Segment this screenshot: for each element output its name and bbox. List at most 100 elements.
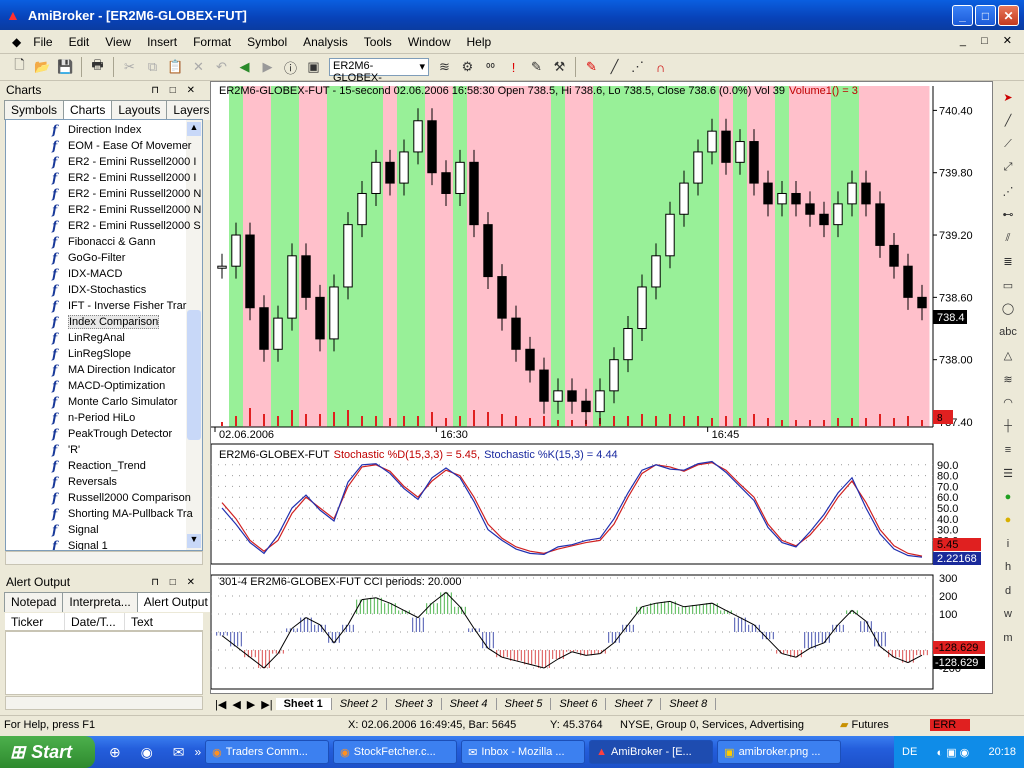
back-icon[interactable]: ◀: [234, 57, 255, 78]
new-file-icon[interactable]: 🗋: [9, 57, 30, 78]
print-icon[interactable]: 🖶: [87, 57, 108, 78]
col-text[interactable]: Text: [125, 613, 203, 630]
horizontal-line-icon[interactable]: ⊷: [999, 206, 1017, 224]
window-icon[interactable]: ▣: [303, 57, 324, 78]
copy-icon[interactable]: ⧉: [142, 57, 163, 78]
paste-icon[interactable]: 📋: [165, 57, 186, 78]
menu-help[interactable]: Help: [459, 35, 500, 49]
tray-icons[interactable]: ◐ ▣ ◉: [937, 746, 970, 759]
tree-item[interactable]: f Russell2000 Comparison: [52, 490, 191, 506]
chevron-down-icon[interactable]: ▾: [419, 60, 425, 74]
w-icon[interactable]: w: [999, 605, 1017, 623]
menu-edit[interactable]: Edit: [61, 35, 98, 49]
tree-item[interactable]: f ER2 - Emini Russell2000 N: [52, 186, 201, 202]
minimize-button[interactable]: _: [952, 5, 973, 26]
ray-tool-icon[interactable]: ⟋: [999, 135, 1017, 153]
menu-file[interactable]: File: [25, 35, 60, 49]
sheet-nav-prev-icon[interactable]: ◀: [229, 698, 243, 711]
grid-icon[interactable]: ≡: [999, 441, 1017, 459]
menu-symbol[interactable]: Symbol: [239, 35, 295, 49]
tab-layers[interactable]: Layers: [166, 100, 217, 120]
sheet-nav-last-icon[interactable]: ▶|: [258, 698, 275, 711]
col-ticker[interactable]: Ticker: [5, 613, 65, 630]
green-circle-icon[interactable]: ●: [999, 488, 1017, 506]
panel-controls[interactable]: ⊓ □ ✕: [151, 577, 199, 588]
info-icon[interactable]: i: [999, 535, 1017, 553]
delete-icon[interactable]: ✕: [188, 57, 209, 78]
sheet-tab-7[interactable]: Sheet 7: [606, 698, 662, 710]
tree-item[interactable]: f Signal: [52, 522, 99, 538]
col-datetime[interactable]: Date/T...: [65, 613, 125, 630]
gear-icon[interactable]: ⚙: [457, 57, 478, 78]
tree-item[interactable]: f n-Period HiLo: [52, 410, 135, 426]
tree-item[interactable]: f PeakTrough Detector: [52, 426, 172, 442]
ext-line-icon[interactable]: ⤢: [999, 159, 1017, 177]
menu-window[interactable]: Window: [400, 35, 459, 49]
tree-hscrollbar[interactable]: [5, 551, 203, 565]
menu-tools[interactable]: Tools: [356, 35, 400, 49]
tree-item[interactable]: f LinRegSlope: [52, 346, 131, 362]
tree-item[interactable]: f Fibonacci & Gann: [52, 234, 155, 250]
scroll-up-icon[interactable]: ▲: [187, 122, 201, 136]
sheet-tab-4[interactable]: Sheet 4: [442, 698, 497, 710]
tab-interpretation[interactable]: Interpreta...: [62, 592, 138, 612]
chart-canvas[interactable]: 740.40739.80739.20738.60738.00737.40 02.…: [211, 82, 992, 693]
tree-item[interactable]: f Signal 1: [52, 538, 108, 550]
alert-hscrollbar[interactable]: [5, 696, 203, 710]
tree-item[interactable]: f Monte Carlo Simulator: [52, 394, 177, 410]
doc-icon[interactable]: ◆: [8, 35, 25, 49]
tab-layouts[interactable]: Layouts: [111, 100, 168, 120]
database-icon[interactable]: ≋: [434, 57, 455, 78]
triangle-icon[interactable]: △: [999, 347, 1017, 365]
rectangle-icon[interactable]: ▭: [999, 276, 1017, 294]
h-icon[interactable]: h: [999, 558, 1017, 576]
undo-icon[interactable]: ↶: [211, 57, 232, 78]
task-inbox[interactable]: ✉ Inbox - Mozilla ...: [461, 740, 586, 764]
tab-charts[interactable]: Charts: [63, 100, 113, 120]
close-button[interactable]: ✕: [998, 5, 1019, 26]
panel-controls[interactable]: ⊓ □ ✕: [151, 85, 199, 96]
sheet-tab-5[interactable]: Sheet 5: [497, 698, 552, 710]
magnet-icon[interactable]: ∩: [650, 57, 671, 78]
open-folder-icon[interactable]: 📂: [32, 57, 53, 78]
quicklaunch-icons[interactable]: ⊕ ◉ ✉: [109, 744, 192, 761]
scroll-thumb[interactable]: [187, 310, 201, 440]
tree-item[interactable]: f Shorting MA-Pullback Tra: [52, 506, 193, 522]
color-pen-icon[interactable]: ✎: [581, 57, 602, 78]
tree-item[interactable]: f Direction Index: [52, 122, 141, 138]
sheet-tab-3[interactable]: Sheet 3: [387, 698, 442, 710]
tree-item[interactable]: f Reversals: [52, 474, 117, 490]
channel-icon[interactable]: ⫽: [999, 229, 1017, 247]
sheet-nav-next-icon[interactable]: ▶: [244, 698, 258, 711]
tree-item[interactable]: f IDX-Stochastics: [52, 282, 146, 298]
cycles-icon[interactable]: ┼: [999, 417, 1017, 435]
tree-item[interactable]: f Reaction_Trend: [52, 458, 146, 474]
sheet-tab-1[interactable]: Sheet 1: [275, 698, 332, 710]
tree-item[interactable]: f IDX-MACD: [52, 266, 122, 282]
language-indicator[interactable]: DE: [902, 746, 917, 758]
task-amibroker[interactable]: ▲ AmiBroker - [E...: [589, 740, 714, 764]
scroll-down-icon[interactable]: ▼: [187, 534, 201, 548]
line-solid-icon[interactable]: ╱: [604, 57, 625, 78]
forward-icon[interactable]: ▶: [257, 57, 278, 78]
cci-pane[interactable]: [211, 574, 934, 690]
tree-item[interactable]: f ER2 - Emini Russell2000 S: [52, 218, 201, 234]
ellipse-icon[interactable]: ◯: [999, 300, 1017, 318]
line-dotted-icon[interactable]: ⋰: [627, 57, 648, 78]
menu-insert[interactable]: Insert: [139, 35, 185, 49]
tree-item[interactable]: f 'R': [52, 442, 80, 458]
binoculars-icon[interactable]: ᅇ: [480, 57, 501, 78]
yellow-circle-icon[interactable]: ●: [999, 511, 1017, 529]
mdi-window-controls[interactable]: _ □ ✕: [960, 34, 1018, 47]
scroll-icon[interactable]: ✎: [526, 57, 547, 78]
tab-alert-output[interactable]: Alert Output: [136, 592, 215, 612]
tree-item[interactable]: f Index Comparison: [52, 314, 160, 330]
arc-icon[interactable]: ◠: [999, 394, 1017, 412]
tab-notepad[interactable]: Notepad: [4, 592, 64, 612]
save-icon[interactable]: 💾: [55, 57, 76, 78]
tree-item[interactable]: f MACD-Optimization: [52, 378, 165, 394]
d-icon[interactable]: d: [999, 582, 1017, 600]
line-tool-icon[interactable]: ╱: [999, 112, 1017, 130]
tree-item[interactable]: f ER2 - Emini Russell2000 N: [52, 202, 201, 218]
menu-analysis[interactable]: Analysis: [295, 35, 356, 49]
